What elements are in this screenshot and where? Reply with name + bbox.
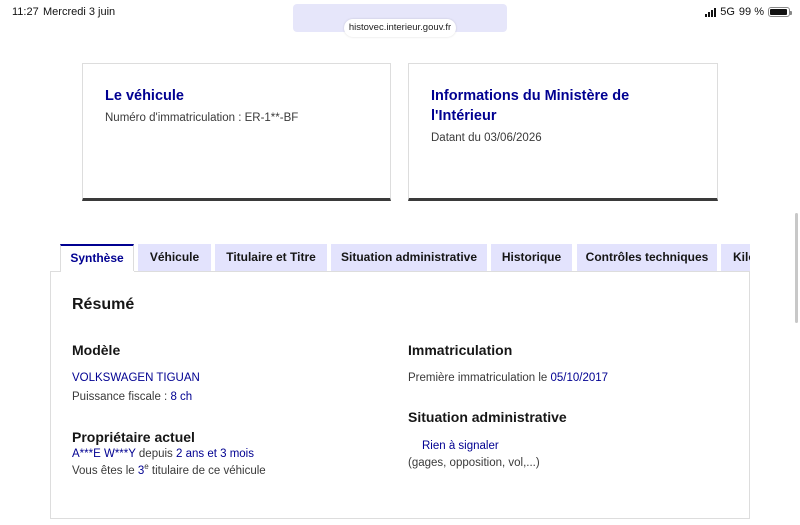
tab-bar: Synthèse Véhicule Titulaire et Titre Sit… <box>60 244 750 272</box>
owner-rank: Vous êtes le 3e titulaire de ce véhicule <box>72 462 266 477</box>
ministry-card-title: Informations du Ministère de l'Intérieur <box>431 88 630 124</box>
registration-number: Numéro d'immatriculation : ER-1**-BF <box>105 112 299 124</box>
owner-info: A***E W***Y depuis 2 ans et 3 mois <box>72 448 254 460</box>
vehicle-card: Le véhicule Numéro d'immatriculation : E… <box>82 63 391 201</box>
status-date: Mercredi 3 juin <box>43 6 116 18</box>
tab-historique[interactable]: Historique <box>491 244 572 272</box>
scrollbar[interactable] <box>795 213 798 323</box>
registration-heading: Immatriculation <box>408 342 513 358</box>
owner-heading: Propriétaire actuel <box>72 429 195 445</box>
model-heading: Modèle <box>72 342 121 358</box>
first-registration: Première immatriculation le 05/10/2017 <box>408 372 609 384</box>
admin-status: Rien à signaler <box>422 440 499 452</box>
tab-vehicule[interactable]: Véhicule <box>138 244 211 272</box>
status-indicators: 5G 99 % <box>705 6 792 18</box>
ministry-date: Datant du 03/06/2026 <box>431 132 542 144</box>
tab-situation-administrative[interactable]: Situation administrative <box>331 244 487 272</box>
tab-controles-techniques[interactable]: Contrôles techniques <box>577 244 717 272</box>
ministry-card: Informations du Ministère de l'Intérieur… <box>408 63 718 201</box>
summary-title: Résumé <box>72 296 135 313</box>
tab-synthese[interactable]: Synthèse <box>60 244 134 272</box>
tab-titulaire[interactable]: Titulaire et Titre <box>215 244 327 272</box>
battery-label: 99 % <box>738 6 764 18</box>
admin-note: (gages, opposition, vol,...) <box>408 457 540 469</box>
status-time: 11:27 <box>12 6 39 18</box>
signal-icon <box>705 7 717 17</box>
network-label: 5G <box>720 6 735 18</box>
admin-heading: Situation administrative <box>408 409 567 425</box>
model-name: VOLKSWAGEN TIGUAN <box>72 372 200 384</box>
url-bar[interactable]: histovec.interieur.gouv.fr <box>344 19 456 37</box>
vehicle-card-title: Le véhicule <box>105 88 184 104</box>
battery-icon <box>768 7 792 17</box>
fiscal-power: Puissance fiscale : 8 ch <box>72 391 193 403</box>
tab-kilometrage[interactable]: Kilométrage <box>721 244 750 272</box>
